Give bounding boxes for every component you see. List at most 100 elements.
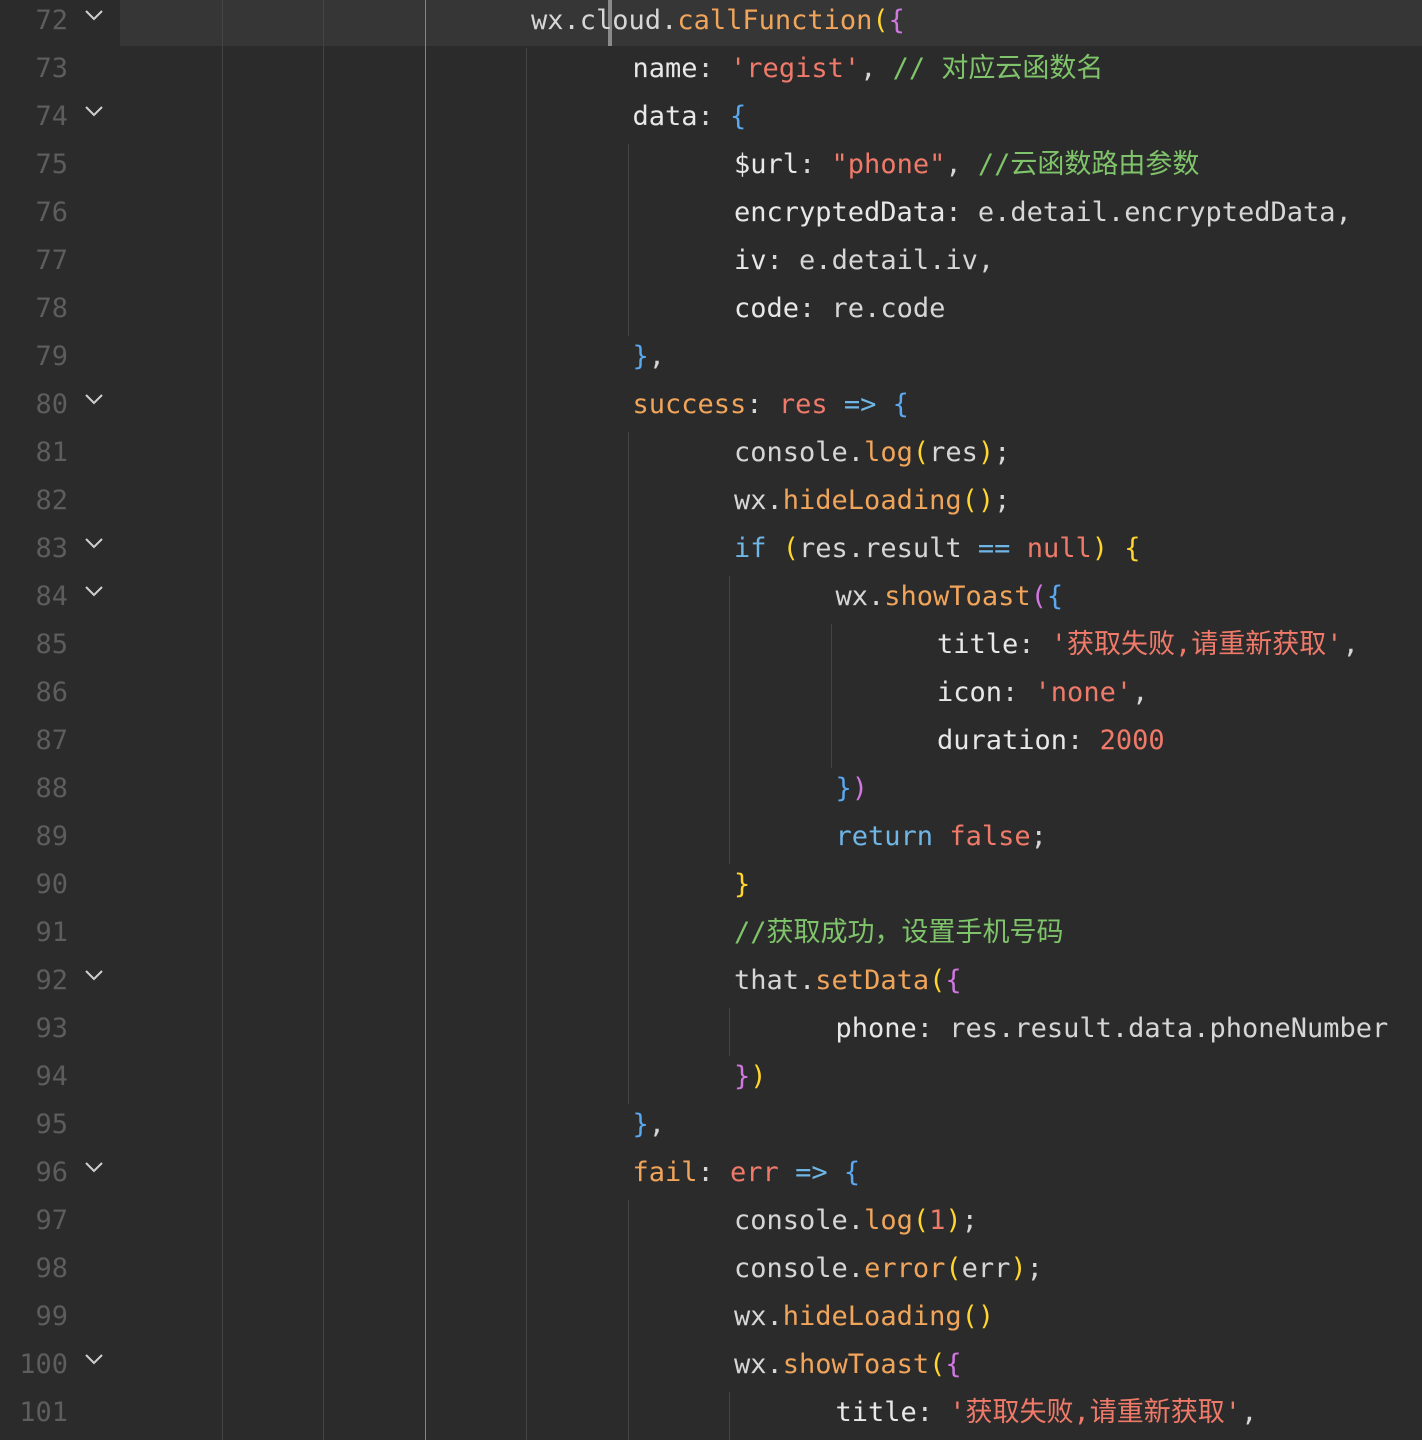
- indent-guide: [628, 1200, 629, 1440]
- gutter-row: 89: [0, 816, 120, 864]
- code-line[interactable]: }): [836, 768, 869, 816]
- code-line[interactable]: success: res => {: [633, 384, 909, 432]
- code-line[interactable]: title: '获取失败,请重新获取',: [836, 1392, 1258, 1440]
- code-line[interactable]: name: 'regist', // 对应云函数名: [633, 48, 1104, 96]
- code-line[interactable]: duration: 2000: [937, 720, 1165, 768]
- code-token: ,: [648, 1109, 666, 1140]
- line-number: 95: [35, 1109, 68, 1140]
- code-token: // 对应云函数名: [892, 53, 1104, 84]
- code-token: .: [864, 293, 881, 324]
- code-line[interactable]: wx.showToast({: [836, 576, 1064, 624]
- chevron-down-icon[interactable]: [83, 100, 105, 122]
- code-line[interactable]: console.log(1);: [734, 1200, 978, 1248]
- code-token: ,: [648, 341, 666, 372]
- code-token: ): [945, 1205, 962, 1236]
- code-token: 'regist': [730, 53, 861, 84]
- gutter-row: 76: [0, 192, 120, 240]
- code-line[interactable]: }: [734, 864, 750, 912]
- code-line[interactable]: wx.showToast({: [734, 1344, 962, 1392]
- code-line[interactable]: }): [734, 1056, 767, 1104]
- line-number: 74: [35, 101, 68, 132]
- chevron-down-icon[interactable]: [83, 1348, 105, 1370]
- code-token: return: [835, 821, 934, 852]
- indent-guide: [729, 1392, 730, 1440]
- code-token: .: [994, 197, 1011, 228]
- code-token: 2000: [1099, 725, 1165, 756]
- indent-guide: [526, 48, 527, 1440]
- gutter-row: 80: [0, 384, 120, 432]
- code-token: ,: [1335, 197, 1352, 228]
- line-number: 91: [35, 917, 68, 948]
- chevron-down-icon[interactable]: [83, 4, 105, 26]
- chevron-down-icon[interactable]: [83, 388, 105, 410]
- code-line[interactable]: wx.hideLoading();: [734, 480, 1010, 528]
- line-number: 101: [19, 1397, 68, 1428]
- code-token: .: [929, 245, 946, 276]
- gutter-row: 90: [0, 864, 120, 912]
- code-token: .: [661, 5, 678, 36]
- code-token: :: [945, 197, 978, 228]
- code-line[interactable]: icon: 'none',: [937, 672, 1148, 720]
- code-token: .: [799, 965, 816, 996]
- gutter-row: 77: [0, 240, 120, 288]
- code-line[interactable]: },: [633, 336, 666, 384]
- code-line[interactable]: wx.cloud.callFunction({: [531, 0, 905, 48]
- gutter-row: 88: [0, 768, 120, 816]
- code-token: .: [868, 581, 885, 612]
- code-token: success: [632, 389, 747, 420]
- code-token: setData: [815, 965, 930, 996]
- code-line[interactable]: title: '获取失败,请重新获取',: [937, 624, 1359, 672]
- code-token: :: [916, 1013, 950, 1044]
- code-line[interactable]: data: {: [633, 96, 747, 144]
- code-token: :: [697, 101, 731, 132]
- code-token: res: [929, 437, 978, 468]
- code-line[interactable]: wx.hideLoading(): [734, 1296, 994, 1344]
- code-line[interactable]: console.log(res);: [734, 432, 1010, 480]
- code-line[interactable]: //获取成功，设置手机号码: [734, 912, 1064, 960]
- code-token: encryptedData: [1124, 197, 1336, 228]
- line-number: 98: [35, 1253, 68, 1284]
- code-token: e: [799, 245, 816, 276]
- code-line[interactable]: iv: e.detail.iv,: [734, 240, 994, 288]
- code-token: ,: [1132, 677, 1149, 708]
- code-token: iv: [734, 245, 767, 276]
- line-number: 87: [35, 725, 68, 756]
- code-editor[interactable]: 72 73 74 75 76 77 78 79 80 81 82 83 84 85 86 87 88 89 90 91…: [0, 0, 1422, 1440]
- code-token: (): [961, 485, 995, 516]
- code-line[interactable]: encryptedData: e.detail.encryptedData,: [734, 192, 1352, 240]
- line-number: 99: [35, 1301, 68, 1332]
- code-area[interactable]: wx.cloud.callFunction({name: 'regist', /…: [120, 0, 1422, 1440]
- indent-guide: [831, 624, 832, 768]
- gutter-row: 74: [0, 96, 120, 144]
- code-token: :: [697, 1157, 731, 1188]
- code-line[interactable]: console.error(err);: [734, 1248, 1043, 1296]
- code-token: //获取成功，设置手机号码: [734, 917, 1064, 948]
- code-line[interactable]: fail: err => {: [633, 1152, 861, 1200]
- code-token: .: [847, 437, 865, 468]
- code-line[interactable]: phone: res.result.data.phoneNumber: [836, 1008, 1389, 1056]
- chevron-down-icon[interactable]: [83, 964, 105, 986]
- line-number: 90: [35, 869, 68, 900]
- code-token: data: [1128, 1013, 1194, 1044]
- code-line[interactable]: if (res.result == null) {: [734, 528, 1141, 576]
- chevron-down-icon[interactable]: [83, 1156, 105, 1178]
- code-token: result: [1014, 1013, 1112, 1044]
- code-line[interactable]: },: [633, 1104, 666, 1152]
- code-token: 1: [929, 1205, 946, 1236]
- code-line[interactable]: that.setData({: [734, 960, 962, 1008]
- code-token: .: [1193, 1013, 1210, 1044]
- code-line[interactable]: return false;: [836, 816, 1047, 864]
- code-token: detail: [831, 245, 930, 276]
- chevron-down-icon[interactable]: [83, 532, 105, 554]
- code-token: showToast: [782, 1349, 930, 1380]
- code-line[interactable]: code: re.code: [734, 288, 945, 336]
- gutter-row: 73: [0, 48, 120, 96]
- chevron-down-icon[interactable]: [83, 580, 105, 602]
- code-token: .: [766, 485, 783, 516]
- line-number: 94: [35, 1061, 68, 1092]
- code-token: (: [872, 5, 889, 36]
- code-line[interactable]: $url: "phone", //云函数路由参数: [734, 144, 1199, 192]
- code-token: .: [1107, 197, 1125, 228]
